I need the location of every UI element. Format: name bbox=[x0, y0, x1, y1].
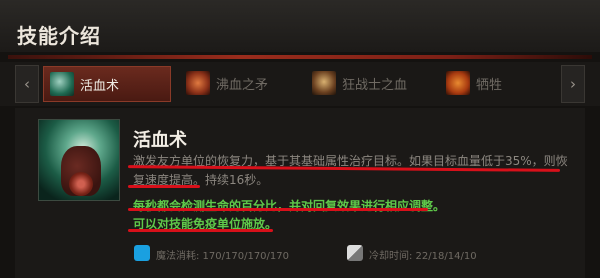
next-arrow-button[interactable]: › bbox=[561, 65, 585, 103]
orb-shape bbox=[69, 172, 93, 196]
tab-heal-skill[interactable]: 活血术 bbox=[43, 66, 171, 102]
skill-name: 活血术 bbox=[133, 130, 187, 151]
header-bar: 技能介绍 bbox=[0, 0, 600, 52]
tab-label: 狂战士之血 bbox=[342, 77, 408, 93]
mana-icon bbox=[134, 245, 150, 261]
tab-label: 活血术 bbox=[80, 78, 120, 94]
cooldown-icon bbox=[347, 245, 363, 261]
tab-burning-spear[interactable]: 沸血之矛 bbox=[180, 66, 290, 100]
red-annotation-underline bbox=[128, 208, 428, 211]
page-title: 技能介绍 bbox=[17, 24, 101, 48]
cooldown-time: 冷却时间: 22/18/14/10 bbox=[369, 251, 477, 262]
prev-arrow-button[interactable]: ‹ bbox=[15, 65, 39, 103]
heal-skill-large-icon bbox=[38, 119, 120, 201]
tab-sacrifice[interactable]: 牺牲 bbox=[440, 66, 550, 100]
tab-label: 沸血之矛 bbox=[216, 77, 269, 93]
heal-skill-icon bbox=[50, 72, 74, 96]
red-annotation-underline bbox=[128, 229, 273, 232]
sacrifice-icon bbox=[446, 71, 470, 95]
berserkers-blood-icon bbox=[312, 71, 336, 95]
tab-berserkers-blood[interactable]: 狂战士之血 bbox=[306, 66, 426, 100]
tab-label: 牺牲 bbox=[476, 77, 503, 93]
burning-spear-icon bbox=[186, 71, 210, 95]
header-divider bbox=[8, 55, 592, 59]
skill-note-1: 每秒都会检测生命的百分比，并对回复效果进行相应调整。 bbox=[133, 199, 446, 213]
mana-cost: 魔法消耗: 170/170/170/170 bbox=[156, 251, 290, 262]
red-annotation-underline bbox=[128, 185, 200, 188]
